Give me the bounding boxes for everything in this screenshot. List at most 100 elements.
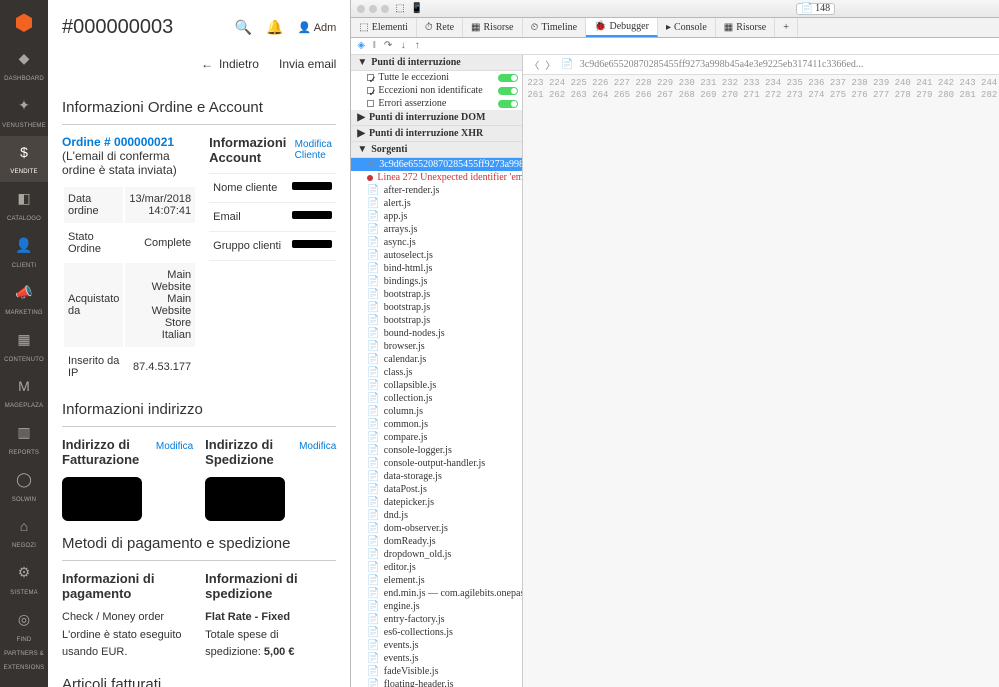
order-number-link[interactable]: Ordine # 000000021 <box>62 135 174 149</box>
shipping-address-title: Indirizzo di Spedizione <box>205 437 291 467</box>
sidebar-item-catalogo[interactable]: ◧Catalogo <box>0 182 48 229</box>
breakpoint-subgroup[interactable]: ▶Punti di interruzione DOM <box>351 110 522 126</box>
source-file[interactable]: 📄 collection.js <box>351 392 522 405</box>
source-file[interactable]: 📄 engine.js <box>351 600 522 613</box>
source-file[interactable]: 📄 floating-header.js <box>351 678 522 687</box>
source-file[interactable]: 📄 browser.js <box>351 340 522 353</box>
source-file[interactable]: 📄 dropdown_old.js <box>351 548 522 561</box>
source-error-line[interactable]: Linea 272 Unexpected identifier 'email'.… <box>351 171 522 184</box>
account-row: Nome cliente <box>209 173 336 203</box>
notifications-icon[interactable]: 🔔 <box>266 19 283 36</box>
user-menu[interactable]: 👤 Adm <box>298 21 337 34</box>
safari-devtools: ⬚ 📱 📄 148 ● 1 ⚠ 2 🔍 Ricerca ⬚ Elementi⏱ … <box>350 0 999 687</box>
sources-group[interactable]: ▼Sorgenti <box>351 142 522 158</box>
line-gutter: 223 224 225 226 227 228 229 230 231 232 … <box>523 75 999 687</box>
source-file[interactable]: 📄 dom-observer.js <box>351 522 522 535</box>
source-file[interactable]: 📄 domReady.js <box>351 535 522 548</box>
source-file[interactable]: 📄 dataPost.js <box>351 483 522 496</box>
search-icon[interactable]: 🔍 <box>235 19 252 36</box>
invoiced-items-title: Articoli fatturati <box>62 662 336 687</box>
step-out-icon[interactable]: ↑ <box>414 41 420 52</box>
source-file[interactable]: 📄 es6-collections.js <box>351 626 522 639</box>
source-file[interactable]: 📄 after-render.js <box>351 184 522 197</box>
source-file[interactable]: 📄 bootstrap.js <box>351 301 522 314</box>
payment-info-title: Informazioni di pagamento <box>62 571 193 601</box>
add-tab-button[interactable]: + <box>775 18 798 37</box>
source-file[interactable]: 📄 calendar.js <box>351 353 522 366</box>
source-file[interactable]: 📄 app.js <box>351 210 522 223</box>
edit-billing-link[interactable]: Modifica <box>156 441 193 452</box>
sidebar-item-vendite[interactable]: $Vendite <box>0 136 48 182</box>
page-title: #000000003 <box>62 16 173 39</box>
sidebar-item-clienti[interactable]: 👤Clienti <box>0 229 48 276</box>
breakpoint-toggle-icon[interactable]: ◈ <box>357 40 365 52</box>
devtools-tab-elementi[interactable]: ⬚ Elementi <box>351 18 417 37</box>
devtools-tab-risorse[interactable]: ▦ Risorse <box>716 18 775 37</box>
source-file[interactable]: 📄 fadeVisible.js <box>351 665 522 678</box>
account-row: Email <box>209 203 336 232</box>
source-file[interactable]: 📄 class.js <box>351 366 522 379</box>
step-over-icon[interactable]: ↷ <box>384 40 392 52</box>
breakpoints-group[interactable]: ▼Punti di interruzione <box>351 55 522 71</box>
nav-fwd-icon[interactable]: 〉 <box>545 57 555 72</box>
source-file[interactable]: 📄 common.js <box>351 418 522 431</box>
source-file[interactable]: 📄 bindings.js <box>351 275 522 288</box>
source-file[interactable]: 📄 autoselect.js <box>351 249 522 262</box>
breakpoint-subgroup[interactable]: ▶Punti di interruzione XHR <box>351 126 522 142</box>
window-controls[interactable] <box>357 5 389 13</box>
code-breadcrumb: 〈 〉 📄 3c9d6e65520870285455ff9273a998b45a… <box>523 55 999 75</box>
send-email-button[interactable]: Invia email <box>279 57 336 71</box>
devtools-tab-debugger[interactable]: 🐞 Debugger <box>586 18 658 37</box>
inspect-icon[interactable]: ⬚ <box>395 3 404 15</box>
sidebar-item-contenuto[interactable]: ▦Contenuto <box>0 323 48 370</box>
source-file[interactable]: 📄 dnd.js <box>351 509 522 522</box>
source-file[interactable]: 📄 console-output-handler.js <box>351 457 522 470</box>
source-file[interactable]: 📄 events.js <box>351 639 522 652</box>
devtools-tab-timeline[interactable]: ⏲ Timeline <box>523 18 587 37</box>
sidebar-item-marketing[interactable]: 📣Marketing <box>0 276 48 323</box>
source-file[interactable]: 📄 editor.js <box>351 561 522 574</box>
source-file[interactable]: 📄 compare.js <box>351 431 522 444</box>
source-file[interactable]: 📄 data-storage.js <box>351 470 522 483</box>
pause-icon[interactable]: ‖ <box>373 40 376 52</box>
order-info-row: Acquistato daMain Website Main Website S… <box>64 263 195 347</box>
breakpoint-item[interactable]: ✓Tutte le eccezioni <box>351 71 522 84</box>
source-file[interactable]: 📄 console-logger.js <box>351 444 522 457</box>
edit-shipping-link[interactable]: Modifica <box>299 441 336 452</box>
edit-customer-link[interactable]: Modifica Cliente <box>295 139 337 161</box>
source-file[interactable]: 📄 events.js <box>351 652 522 665</box>
devtools-tab-console[interactable]: ▸ Console <box>658 18 716 37</box>
back-button[interactable]: ← Indietro <box>201 57 259 71</box>
breakpoint-item[interactable]: Errori asserzione <box>351 97 522 110</box>
sidebar-item-mageplaza[interactable]: MMageplaza <box>0 370 48 416</box>
source-file[interactable]: 📄 column.js <box>351 405 522 418</box>
sidebar-item-dashboard[interactable]: ◆Dashboard <box>0 42 48 89</box>
sidebar-item-find-partners-&-extensions[interactable]: ◎Find Partners & Extensions <box>0 603 48 678</box>
source-file[interactable]: 📄 bootstrap.js <box>351 288 522 301</box>
source-file[interactable]: 📄 datepicker.js <box>351 496 522 509</box>
device-icon[interactable]: 📱 <box>411 3 423 15</box>
source-file[interactable]: 📄 entry-factory.js <box>351 613 522 626</box>
payment-currency-note: L'ordine è stato eseguito usando EUR. <box>62 627 193 662</box>
selected-source-file[interactable]: ▼3c9d6e65520870285455ff9273a998b45a4e3e.… <box>351 158 522 171</box>
sidebar-item-venustheme[interactable]: ✦VenusTheme <box>0 89 48 136</box>
sidebar-item-reports[interactable]: ▥Reports <box>0 416 48 463</box>
source-file[interactable]: 📄 bound-nodes.js <box>351 327 522 340</box>
source-file[interactable]: 📄 alert.js <box>351 197 522 210</box>
nav-back-icon[interactable]: 〈 <box>529 57 539 72</box>
devtools-tab-risorse[interactable]: ▦ Risorse <box>463 18 522 37</box>
sidebar-item-solwin[interactable]: ◯Solwin <box>0 463 48 510</box>
source-file[interactable]: 📄 bind-html.js <box>351 262 522 275</box>
order-info-row: Data ordine13/mar/2018 14:07:41 <box>64 187 195 223</box>
source-file[interactable]: 📄 collapsible.js <box>351 379 522 392</box>
sidebar-item-negozi[interactable]: ⌂Negozi <box>0 510 48 556</box>
step-into-icon[interactable]: ↓ <box>400 41 406 52</box>
breakpoint-item[interactable]: ✓Eccezioni non identificate <box>351 84 522 97</box>
sidebar-item-sistema[interactable]: ⚙Sistema <box>0 556 48 603</box>
source-file[interactable]: 📄 bootstrap.js <box>351 314 522 327</box>
source-file[interactable]: 📄 end.min.js — com.agilebits.onepassword… <box>351 587 522 600</box>
source-file[interactable]: 📄 arrays.js <box>351 223 522 236</box>
source-file[interactable]: 📄 element.js <box>351 574 522 587</box>
devtools-tab-rete[interactable]: ⏱ Rete <box>417 18 463 37</box>
source-file[interactable]: 📄 async.js <box>351 236 522 249</box>
